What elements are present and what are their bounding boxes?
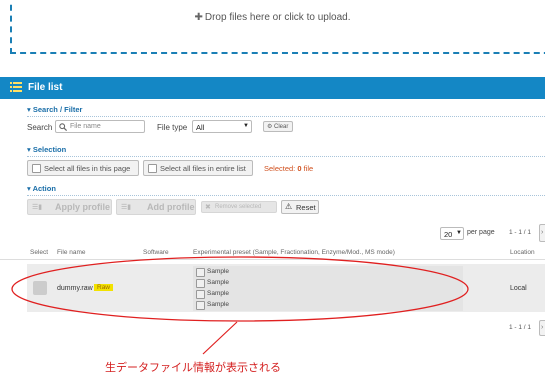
select-page-button[interactable]: Select all files in this page: [27, 160, 139, 176]
action-section-title[interactable]: ▾ Action: [27, 184, 56, 193]
remove-selected-button[interactable]: ✖ Remove selected: [201, 201, 277, 213]
column-header-select: Select: [30, 249, 49, 256]
select-all-button[interactable]: Select all files in entire list: [143, 160, 253, 176]
selection-section-title[interactable]: ▾ Selection: [27, 145, 66, 154]
preset-item: Sample: [207, 279, 230, 286]
table-header: Select File name Software Experimental p…: [0, 245, 545, 260]
divider: [27, 195, 545, 196]
divider: [27, 156, 545, 157]
reset-button[interactable]: ⚠ Reset: [281, 200, 319, 214]
plus-icon: ✚: [194, 12, 203, 23]
warning-icon: ⚠: [285, 202, 293, 211]
list-icon: [10, 82, 22, 92]
gear-icon: ⚙: [267, 124, 273, 130]
chevron-right-icon: ›: [541, 229, 544, 236]
chevron-down-icon: ▼: [243, 123, 249, 129]
close-icon: ✖: [205, 204, 211, 211]
page-range: 1 - 1 / 1: [509, 229, 532, 236]
add-profile-button[interactable]: ☰▮ Add profile: [116, 199, 196, 215]
file-list-header: File list: [0, 77, 545, 99]
page-range-bottom: 1 - 1 / 1: [509, 324, 532, 331]
drop-zone[interactable]: [10, 0, 545, 54]
per-page-label: per page: [467, 229, 495, 236]
next-page-button-bottom[interactable]: ›: [539, 320, 545, 336]
location-cell: Local: [510, 285, 527, 292]
search-placeholder: File name: [70, 123, 101, 130]
preset-checkbox[interactable]: [196, 290, 205, 299]
per-page-select[interactable]: 20 ▼: [440, 227, 464, 240]
next-page-button[interactable]: ›: [539, 224, 545, 242]
checkbox-icon: [32, 164, 41, 173]
row-select-checkbox[interactable]: [33, 281, 47, 295]
preset-item: Sample: [207, 268, 230, 275]
preset-checkbox[interactable]: [196, 268, 205, 277]
file-type-select[interactable]: All ▼: [192, 120, 252, 133]
drop-zone-text[interactable]: ✚ Drop files here or click to upload.: [0, 12, 545, 23]
list-icon: ☰▮: [32, 204, 43, 211]
preset-cell: [193, 266, 463, 311]
search-icon: [59, 123, 67, 131]
chevron-down-icon: ▼: [456, 230, 462, 236]
divider: [27, 116, 545, 117]
column-header-software[interactable]: Software: [143, 249, 169, 256]
preset-item: Sample: [207, 301, 230, 308]
annotation-caption: 生データファイル情報が表示される: [105, 362, 281, 374]
raw-badge: Raw: [94, 284, 114, 291]
search-input[interactable]: File name: [55, 120, 145, 133]
column-header-file-name[interactable]: File name: [57, 249, 86, 256]
annotation-overlay: [11, 256, 469, 355]
column-header-preset: Experimental preset (Sample, Fractionati…: [193, 249, 395, 256]
apply-profile-button[interactable]: ☰▮ Apply profile: [27, 199, 112, 215]
selected-count-text: Selected: 0 file: [264, 164, 314, 173]
file-list-title: File list: [28, 82, 63, 93]
search-filter-section-title[interactable]: ▾ Search / Filter: [27, 105, 82, 114]
file-name-cell: dummy.raw: [57, 285, 93, 292]
chevron-right-icon: ›: [541, 324, 544, 331]
file-type-label: File type: [157, 123, 188, 132]
checkbox-icon: [148, 164, 157, 173]
preset-checkbox[interactable]: [196, 301, 205, 310]
list-icon: ☰▮: [121, 204, 132, 211]
clear-button[interactable]: ⚙ Clear: [263, 121, 293, 132]
annotation-pointer: [202, 321, 238, 355]
preset-item: Sample: [207, 290, 230, 297]
search-label: Search: [27, 123, 53, 132]
preset-checkbox[interactable]: [196, 279, 205, 288]
column-header-location[interactable]: Location: [510, 249, 535, 256]
